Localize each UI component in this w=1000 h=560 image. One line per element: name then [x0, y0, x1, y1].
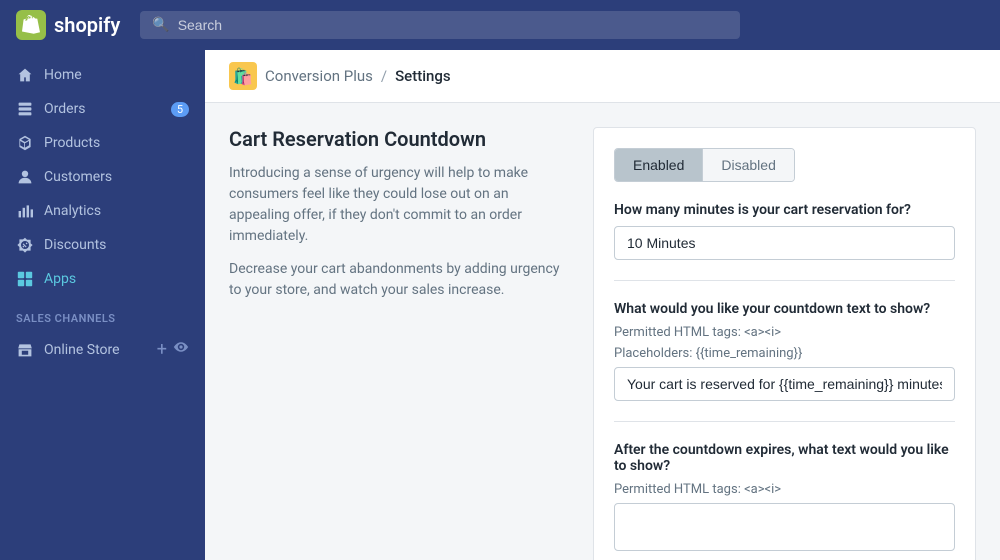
sidebar-item-products-label: Products: [44, 135, 100, 151]
shopify-logo-text: shopify: [54, 13, 120, 37]
countdown-hint-2: Placeholders: {{time_remaining}}: [614, 346, 955, 361]
app-icon: 🛍️: [229, 62, 257, 90]
countdown-hint-1: Permitted HTML tags: <a><i>: [614, 325, 955, 340]
orders-icon: [16, 100, 34, 118]
topbar: shopify 🔍: [0, 0, 1000, 50]
expired-text-label: After the countdown expires, what text w…: [614, 442, 955, 474]
sidebar-item-discounts-label: Discounts: [44, 237, 106, 253]
countdown-text-section: What would you like your countdown text …: [614, 301, 955, 401]
toggle-enabled-button[interactable]: Enabled: [615, 149, 702, 181]
breadcrumb-current-page: Settings: [395, 67, 451, 85]
divider-2: [614, 421, 955, 422]
breadcrumb-separator: /: [381, 67, 387, 85]
search-input[interactable]: [178, 17, 729, 33]
breadcrumb: 🛍️ Conversion Plus / Settings: [205, 50, 1000, 103]
section-desc-2: Decrease your cart abandonments by addin…: [229, 259, 569, 301]
left-panel: Cart Reservation Countdown Introducing a…: [229, 127, 569, 313]
sidebar-item-orders-label: Orders: [44, 101, 86, 117]
search-bar[interactable]: 🔍: [140, 11, 740, 39]
sidebar-item-home[interactable]: Home: [0, 58, 205, 92]
settings-content: Cart Reservation Countdown Introducing a…: [205, 103, 1000, 560]
expired-hint-1: Permitted HTML tags: <a><i>: [614, 482, 955, 497]
sales-channels-label: SALES CHANNELS: [0, 296, 205, 331]
toggle-group: Enabled Disabled: [614, 148, 795, 182]
minutes-label: How many minutes is your cart reservatio…: [614, 202, 955, 218]
divider-1: [614, 280, 955, 281]
sidebar-item-customers[interactable]: Customers: [0, 160, 205, 194]
search-icon: 🔍: [152, 17, 169, 33]
content-area: 🛍️ Conversion Plus / Settings Cart Reser…: [205, 50, 1000, 560]
apps-icon: [16, 270, 34, 288]
sidebar-item-home-label: Home: [44, 67, 82, 83]
orders-badge: 5: [171, 102, 189, 117]
breadcrumb-app-link[interactable]: Conversion Plus: [265, 67, 373, 85]
sidebar-item-analytics-label: Analytics: [44, 203, 101, 219]
online-store-label: Online Store: [44, 342, 120, 358]
toggle-disabled-button[interactable]: Disabled: [703, 149, 793, 181]
section-desc-1: Introducing a sense of urgency will help…: [229, 163, 569, 247]
expired-text-section: After the countdown expires, what text w…: [614, 442, 955, 551]
store-actions: +: [157, 339, 189, 360]
sidebar: Home Orders 5 Products Customers A: [0, 50, 205, 560]
eye-icon[interactable]: [173, 339, 189, 360]
sidebar-item-customers-label: Customers: [44, 169, 112, 185]
minutes-input[interactable]: [614, 226, 955, 260]
countdown-text-label: What would you like your countdown text …: [614, 301, 955, 317]
home-icon: [16, 66, 34, 84]
expired-text-input[interactable]: [614, 503, 955, 551]
main-layout: Home Orders 5 Products Customers A: [0, 50, 1000, 560]
sidebar-item-analytics[interactable]: Analytics: [0, 194, 205, 228]
analytics-icon: [16, 202, 34, 220]
discounts-icon: [16, 236, 34, 254]
sidebar-item-apps-label: Apps: [44, 271, 76, 287]
section-title: Cart Reservation Countdown: [229, 127, 569, 151]
right-panel: Enabled Disabled How many minutes is you…: [593, 127, 976, 560]
sidebar-item-discounts[interactable]: Discounts: [0, 228, 205, 262]
shopify-icon: [16, 10, 46, 40]
products-icon: [16, 134, 34, 152]
customers-icon: [16, 168, 34, 186]
sidebar-item-products[interactable]: Products: [0, 126, 205, 160]
shopify-logo: shopify: [16, 10, 120, 40]
sidebar-item-online-store[interactable]: Online Store +: [0, 331, 205, 368]
sidebar-item-apps[interactable]: Apps: [0, 262, 205, 296]
online-store-icon: [16, 341, 34, 359]
minutes-field-section: How many minutes is your cart reservatio…: [614, 202, 955, 260]
plus-icon[interactable]: +: [157, 339, 167, 360]
countdown-text-input[interactable]: [614, 367, 955, 401]
sidebar-item-orders[interactable]: Orders 5: [0, 92, 205, 126]
